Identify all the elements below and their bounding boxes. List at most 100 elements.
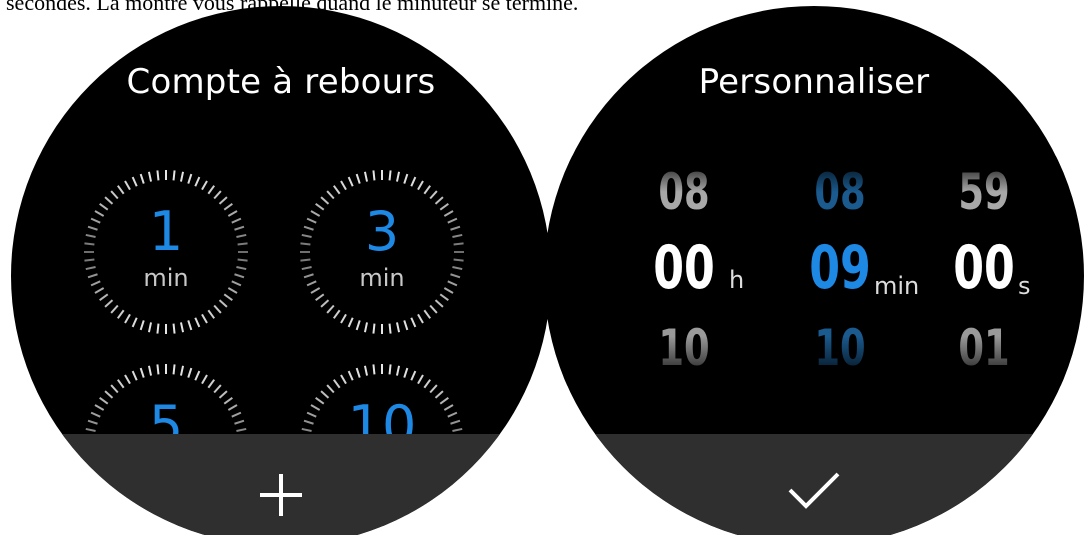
dial-tick [347,176,354,187]
dial-tick [332,309,341,319]
dial-tick [355,320,361,331]
dial-tick [439,293,449,302]
preset-unit: min [143,264,189,292]
dial-tick [201,313,208,324]
dial-tick [124,180,131,191]
dial-tick [417,313,424,324]
dial-tick [403,320,409,331]
dial-tick [388,323,392,334]
hours-picker[interactable]: 08 00 10 [624,156,744,386]
dial-tick [116,309,125,319]
dial-tick [434,299,444,308]
dial-tick [116,185,125,195]
dial-tick [207,185,216,195]
dial-tick [363,322,369,333]
dial-tick [423,185,432,195]
dial-tick [131,370,138,381]
preset-1-min[interactable]: 1 min [80,166,252,338]
dial-tick [131,176,138,187]
dial-tick [116,379,125,389]
dial-tick [347,317,354,328]
preset-value: 1 [148,200,184,263]
preset-unit: min [359,264,405,292]
dial-tick [131,317,138,328]
dial-tick [417,374,424,385]
dial-tick [179,171,185,182]
dial-tick [172,170,176,181]
dial-tick [326,304,335,314]
screen-title: Personnaliser [698,62,930,102]
dial-tick [395,365,401,376]
dial-tick [395,322,401,333]
dial-tick [340,180,347,191]
dial-tick [218,299,228,308]
dial-tick [110,384,119,394]
dial-tick [207,309,216,319]
dial-tick [194,370,201,381]
dial-tick [213,190,222,200]
dial-tick [147,365,153,376]
hours-next: 10 [658,319,710,377]
dial-tick [403,367,409,378]
check-icon [788,472,840,509]
dial-tick [187,173,193,184]
plus-icon [260,474,302,516]
dial-tick [363,365,369,376]
seconds-unit: s [1018,272,1031,300]
confirm-button[interactable] [544,434,1084,535]
dial-tick [147,171,153,182]
dial-tick [372,170,376,181]
hours-unit: h [729,266,745,294]
dial-tick [395,171,401,182]
dial-tick [213,384,222,394]
dial-tick [355,367,361,378]
dial-tick [124,374,131,385]
dial-tick [372,323,376,334]
dial-tick [194,176,201,187]
dial-tick [429,384,438,394]
dial-tick [332,185,341,195]
screen-title: Compte à rebours [126,62,436,102]
dial-tick [104,299,114,308]
dial-tick [429,190,438,200]
dial-tick [156,170,160,181]
dial-tick [110,190,119,200]
dial-tick [187,320,193,331]
seconds-prev: 59 [958,163,1010,221]
dial-tick [147,322,153,333]
dial-tick [179,322,185,333]
dial-tick [187,367,193,378]
dial-tick [410,317,417,328]
custom-timer-screen: Personnaliser 08 00 10 h 08 09 10 min 59… [544,6,1084,535]
dial-tick [315,293,325,302]
dial-tick [172,364,176,375]
dial-tick [347,370,354,381]
dial-tick [332,379,341,389]
dial-tick [403,173,409,184]
dial-tick [156,323,160,334]
dial-tick [124,313,131,324]
dial-tick [326,190,335,200]
dial-tick [388,170,392,181]
seconds-next: 01 [958,319,1010,377]
dial-tick [410,176,417,187]
hours-prev: 08 [658,163,710,221]
seconds-picker[interactable]: 59 00 01 [924,156,1044,386]
minutes-picker[interactable]: 08 09 10 [780,156,900,386]
dial-tick [201,180,208,191]
dial-tick [172,323,176,334]
dial-tick [213,304,222,314]
preset-3-min[interactable]: 3 min [296,166,468,338]
dial-tick [194,317,201,328]
dial-tick [179,365,185,376]
dial-tick [423,379,432,389]
add-timer-button[interactable] [11,434,551,535]
hours-current: 00 [653,233,715,303]
dial-tick [139,320,145,331]
dial-tick [207,379,216,389]
dial-tick [139,367,145,378]
dial-tick [340,374,347,385]
countdown-screen: Compte à rebours 1 min 3 min 5 min 10 mi… [11,6,551,535]
dial-tick [363,171,369,182]
dial-tick [355,173,361,184]
